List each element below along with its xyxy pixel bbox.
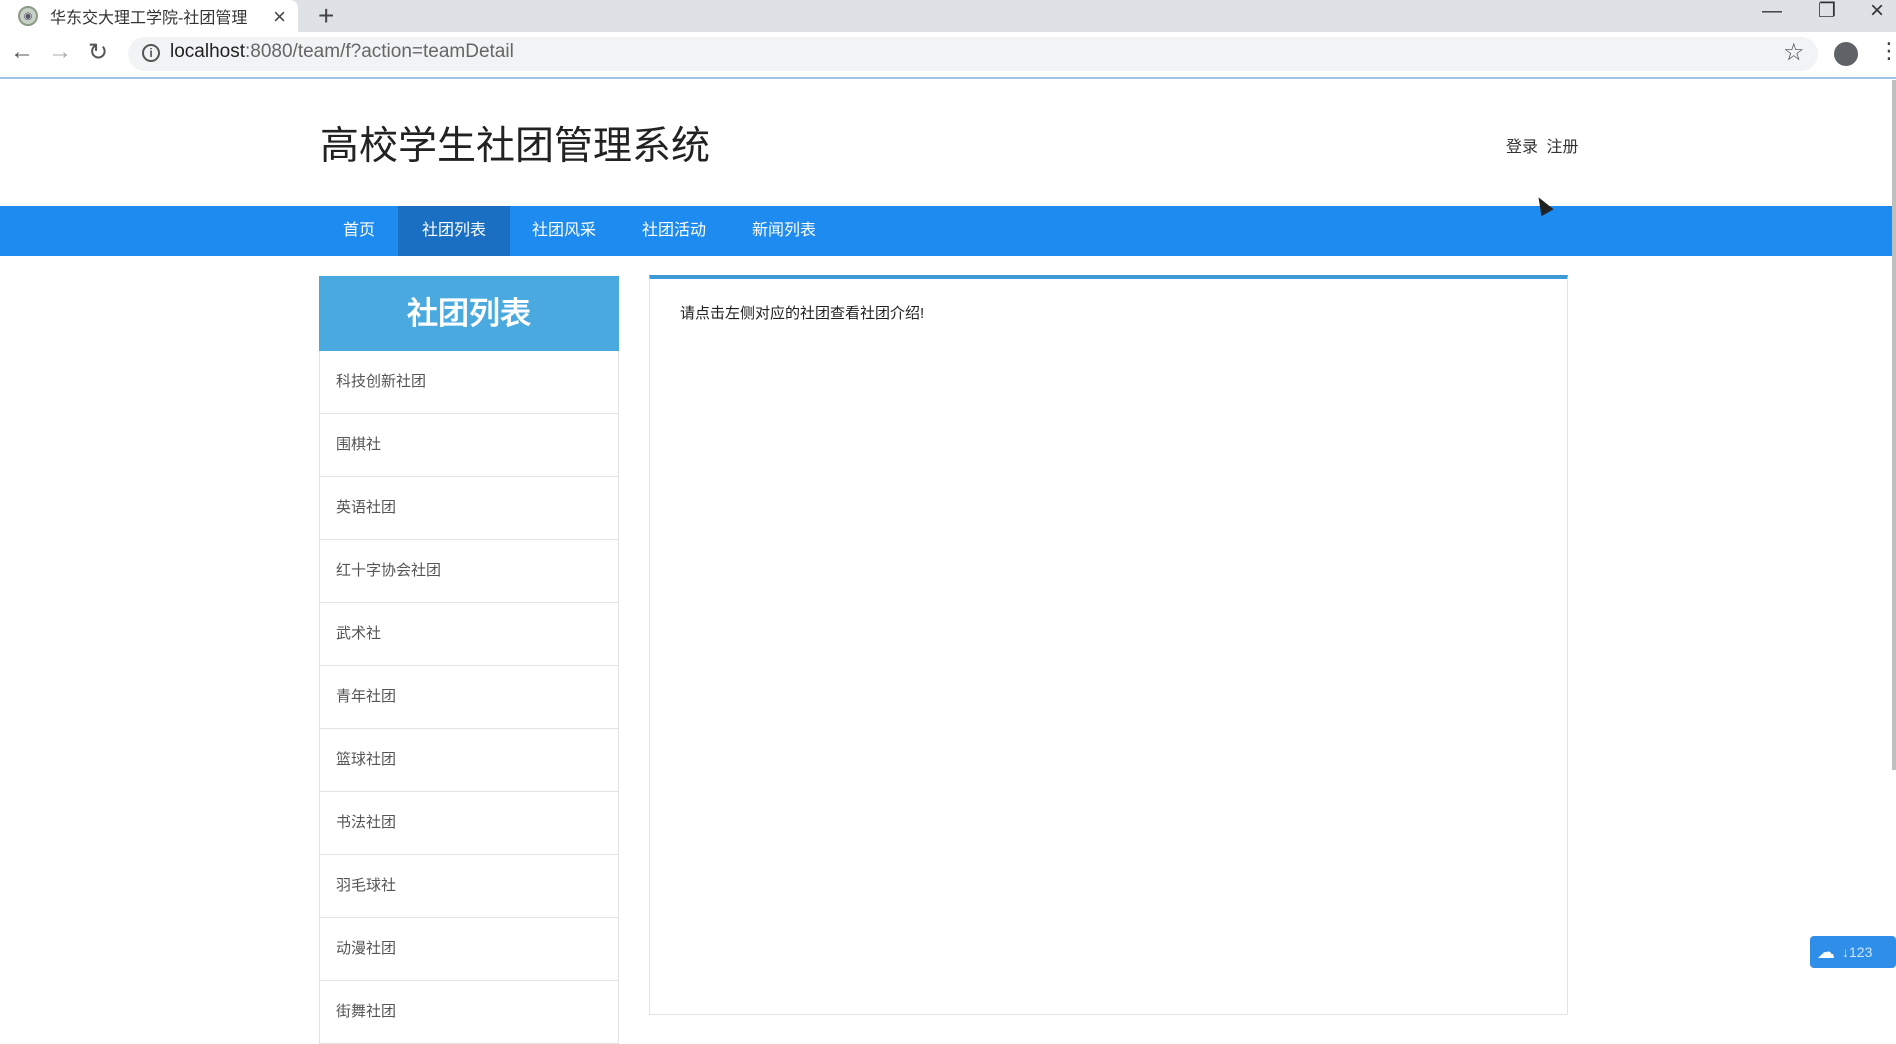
main-navbar: 首页 社团列表 社团风采 社团活动 新闻列表 bbox=[0, 206, 1892, 256]
sidebar-item-team[interactable]: 武术社 bbox=[319, 603, 619, 666]
download-arrow-icon: ↓ bbox=[1842, 944, 1849, 960]
sidebar-item-team[interactable]: 书法社团 bbox=[319, 792, 619, 855]
login-link[interactable]: 登录 bbox=[1506, 139, 1538, 156]
sidebar-item-team[interactable]: 青年社团 bbox=[319, 666, 619, 729]
site-info-icon[interactable]: i bbox=[142, 44, 160, 62]
site-title: 高校学生社团管理系统 bbox=[320, 125, 711, 168]
minimize-icon[interactable]: — bbox=[1762, 0, 1782, 23]
nav-team-list[interactable]: 社团列表 bbox=[398, 206, 511, 256]
nav-home[interactable]: 首页 bbox=[319, 206, 399, 256]
browser-tabstrip: ◉ 华东交大理工学院-社团管理 × + — ❐ × bbox=[0, 0, 1896, 32]
close-tab-icon[interactable]: × bbox=[273, 4, 286, 30]
sidebar-item-team[interactable]: 围棋社 bbox=[319, 414, 619, 477]
widget-label: 123 bbox=[1849, 944, 1873, 960]
sidebar-item-team[interactable]: 篮球社团 bbox=[319, 729, 619, 792]
sidebar-item-team[interactable]: 羽毛球社 bbox=[319, 855, 619, 918]
bookmark-star-icon[interactable]: ☆ bbox=[1783, 38, 1805, 67]
cloud-icon: ☁ bbox=[1817, 941, 1835, 962]
nav-news-list[interactable]: 新闻列表 bbox=[728, 206, 840, 256]
url-path: :8080/team/f?action=teamDetail bbox=[245, 41, 514, 62]
sidebar-item-team[interactable]: 红十字协会社团 bbox=[319, 540, 619, 603]
sidebar-item-team[interactable]: 街舞社团 bbox=[319, 981, 619, 1044]
close-window-icon[interactable]: × bbox=[1870, 0, 1884, 25]
new-tab-icon[interactable]: + bbox=[318, 0, 334, 32]
nav-team-style[interactable]: 社团风采 bbox=[508, 206, 620, 256]
sidebar-item-team[interactable]: 科技创新社团 bbox=[319, 351, 619, 414]
tab-title: 华东交大理工学院-社团管理 bbox=[50, 10, 248, 27]
team-sidebar: 社团列表 科技创新社团 围棋社 英语社团 红十字协会社团 武术社 青年社团 篮球… bbox=[319, 276, 619, 1044]
site-favicon-icon: ◉ bbox=[18, 6, 38, 26]
divider bbox=[0, 77, 1896, 79]
cloud-download-widget[interactable]: ☁ ↓ 123 bbox=[1810, 936, 1896, 968]
url-host: localhost bbox=[170, 41, 245, 62]
browser-menu-icon[interactable]: ⋮ bbox=[1878, 38, 1896, 64]
url-text[interactable]: localhost:8080/team/f?action=teamDetail bbox=[170, 41, 514, 63]
reload-icon[interactable]: ↻ bbox=[88, 38, 108, 67]
back-icon[interactable]: ← bbox=[10, 38, 34, 66]
forward-icon[interactable]: → bbox=[48, 38, 72, 66]
sidebar-item-team[interactable]: 英语社团 bbox=[319, 477, 619, 540]
restore-icon[interactable]: ❐ bbox=[1818, 0, 1836, 23]
content-panel: 请点击左侧对应的社团查看社团介绍! bbox=[649, 275, 1568, 1015]
content-message: 请点击左侧对应的社团查看社团介绍! bbox=[680, 305, 925, 322]
nav-team-activities[interactable]: 社团活动 bbox=[618, 206, 730, 256]
register-link[interactable]: 注册 bbox=[1546, 139, 1578, 156]
profile-avatar-icon[interactable] bbox=[1834, 42, 1858, 66]
sidebar-title: 社团列表 bbox=[319, 276, 619, 351]
browser-tab[interactable]: ◉ 华东交大理工学院-社团管理 × bbox=[0, 0, 298, 32]
page-scrollbar[interactable] bbox=[1892, 80, 1896, 770]
sidebar-item-team[interactable]: 动漫社团 bbox=[319, 918, 619, 981]
auth-links: 登录 注册 bbox=[1502, 133, 1578, 157]
